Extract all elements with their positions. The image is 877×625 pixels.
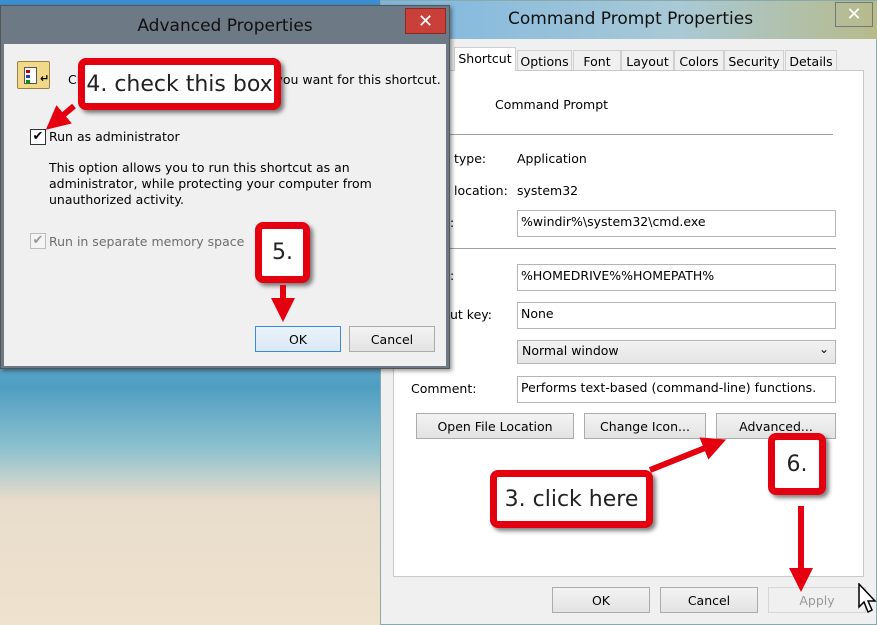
mouse-cursor-icon xyxy=(858,583,877,614)
annotation-arrows xyxy=(45,103,813,592)
arrow-icon xyxy=(45,103,76,130)
arrow-icon xyxy=(648,437,727,473)
